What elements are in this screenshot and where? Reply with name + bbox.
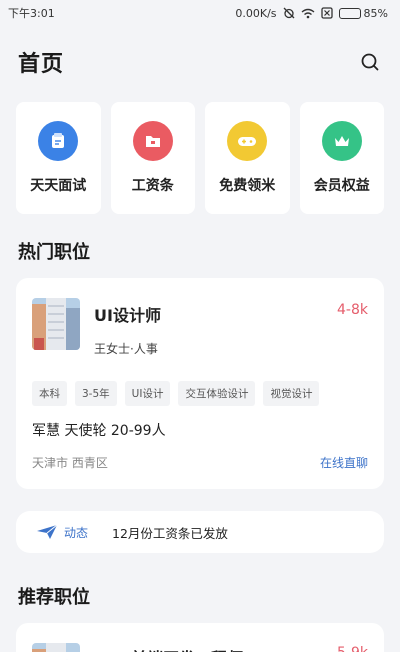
job-thumbnail (32, 298, 80, 350)
quick-label: 会员权益 (313, 178, 370, 194)
gamepad-icon (227, 121, 268, 161)
job-location: 天津市 西青区 (32, 456, 108, 470)
job-tag: 视觉设计 (263, 381, 320, 406)
job-tag: 3-5年 (75, 381, 117, 406)
job-info: UI设计师 王女士·人事 (94, 298, 337, 357)
tab-bar (0, 652, 400, 660)
wifi-icon (301, 8, 315, 19)
notice-tag: 动态 (36, 524, 88, 541)
battery-indicator: 85% (338, 6, 388, 20)
job-card[interactable]: UI设计师 王女士·人事 4-8k 本科 3-5年 UI设计 交互体验设计 视觉… (16, 278, 384, 489)
company-info: 军慧 天使轮 20-99人 (32, 423, 166, 439)
section-title-hot: 热门职位 (18, 242, 90, 263)
quick-label: 天天面试 (30, 178, 87, 194)
quick-card-member[interactable]: 会员权益 (299, 102, 384, 214)
battery-percent: 85% (363, 6, 388, 20)
quick-card-interview[interactable]: 天天面试 (16, 102, 101, 214)
folder-icon (132, 121, 173, 161)
alarm-off-icon (283, 7, 295, 19)
interview-icon (38, 121, 79, 161)
quick-label: 工资条 (131, 178, 174, 194)
notice-tag-label: 动态 (64, 525, 89, 540)
job-card-top: UI设计师 王女士·人事 4-8k (32, 298, 368, 357)
quick-card-free-rice[interactable]: 免费领米 (205, 102, 290, 214)
notice-bar[interactable]: 动态 12月份工资条已发放 (16, 511, 384, 553)
battery-icon (338, 7, 361, 19)
search-icon (361, 53, 379, 71)
status-bar: 下午3:01 0.00K/s 85% (0, 0, 400, 26)
job-tag: 本科 (32, 381, 67, 406)
job-title: UI设计师 (94, 306, 161, 325)
quick-access-row: 天天面试 工资条 免费领米 会员权益 (0, 102, 400, 214)
sim-card-icon (320, 7, 333, 19)
job-tags: 本科 3-5年 UI设计 交互体验设计 视觉设计 (32, 381, 368, 406)
job-salary: 4-8k (337, 302, 368, 318)
status-time: 下午3:01 (8, 7, 55, 20)
network-speed: 0.00K/s (235, 6, 277, 20)
home-tab-icon[interactable] (59, 652, 75, 660)
page-title: 首页 (18, 52, 65, 77)
job-tag: UI设计 (124, 381, 171, 406)
quick-label: 免费领米 (219, 178, 276, 194)
status-right: 0.00K/s 85% (235, 7, 388, 20)
job-recruiter: 王女士·人事 (94, 342, 158, 356)
notice-text: 12月份工资条已发放 (112, 525, 228, 541)
search-button[interactable] (358, 50, 382, 74)
job-card-bottom: 天津市 西青区 在线直聊 (32, 454, 368, 471)
quick-card-salary[interactable]: 工资条 (110, 102, 195, 214)
section-title-recommend: 推荐职位 (18, 587, 90, 608)
crown-icon (321, 121, 362, 161)
job-tag: 交互体验设计 (178, 381, 256, 406)
paper-plane-icon (37, 524, 58, 539)
profile-tab-icon[interactable] (325, 652, 341, 660)
online-chat-link[interactable]: 在线直聊 (320, 454, 368, 471)
page-header: 首页 (0, 26, 400, 98)
message-tab-icon[interactable] (192, 652, 208, 660)
